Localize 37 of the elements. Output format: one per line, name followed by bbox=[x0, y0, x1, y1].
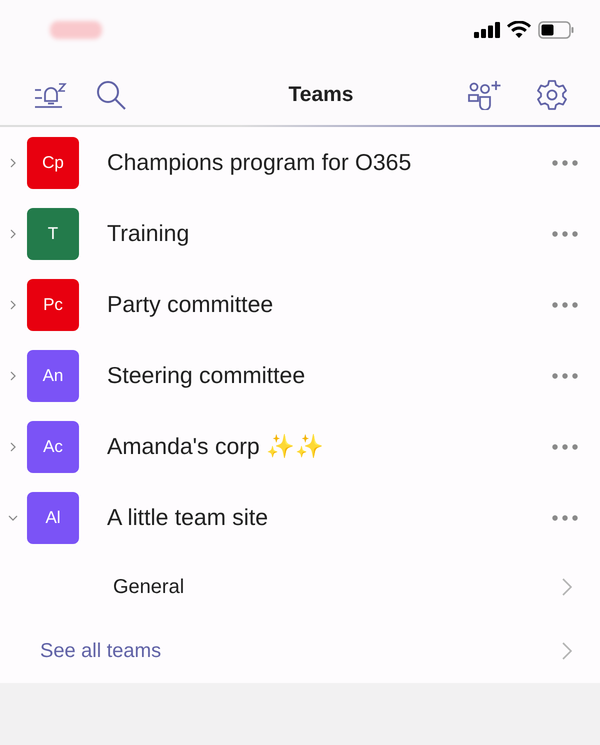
team-name[interactable]: A little team site bbox=[107, 504, 552, 531]
more-options-icon[interactable] bbox=[552, 372, 578, 378]
chevron-icon[interactable] bbox=[8, 370, 18, 380]
team-avatar: Cp bbox=[27, 136, 79, 188]
chevron-right-icon[interactable] bbox=[562, 642, 572, 660]
team-avatar: Ac bbox=[27, 420, 79, 472]
more-options-icon[interactable] bbox=[552, 160, 578, 166]
more-options-icon[interactable] bbox=[552, 230, 578, 236]
team-avatar: Al bbox=[27, 492, 79, 544]
snooze-notifications-icon[interactable] bbox=[34, 81, 68, 109]
blur-patch bbox=[50, 20, 102, 38]
chevron-icon[interactable] bbox=[8, 512, 18, 522]
chevron-icon[interactable] bbox=[8, 158, 18, 168]
see-all-teams-link[interactable]: See all teams bbox=[40, 640, 562, 662]
channel-name[interactable]: General bbox=[113, 576, 562, 598]
more-options-icon[interactable] bbox=[552, 514, 578, 520]
add-team-icon[interactable] bbox=[468, 80, 502, 110]
settings-icon[interactable] bbox=[536, 79, 568, 111]
search-icon[interactable] bbox=[95, 79, 127, 111]
team-name[interactable]: Training bbox=[107, 220, 552, 247]
team-name[interactable]: Amanda's corp ✨✨ bbox=[107, 433, 552, 460]
team-avatar: Pc bbox=[27, 278, 79, 330]
chevron-icon[interactable] bbox=[8, 442, 18, 452]
more-options-icon[interactable] bbox=[552, 444, 578, 450]
team-name[interactable]: Steering committee bbox=[107, 362, 552, 389]
wifi-icon bbox=[507, 21, 531, 38]
team-name[interactable]: Champions program for O365 bbox=[107, 149, 552, 176]
chevron-right-icon[interactable] bbox=[562, 578, 572, 596]
team-avatar: T bbox=[27, 208, 79, 260]
battery-icon bbox=[538, 20, 574, 38]
team-avatar: An bbox=[27, 350, 79, 402]
signal-icon bbox=[474, 22, 500, 38]
chevron-icon[interactable] bbox=[8, 228, 18, 238]
team-name[interactable]: Party committee bbox=[107, 291, 552, 318]
chevron-icon[interactable] bbox=[8, 300, 18, 310]
more-options-icon[interactable] bbox=[552, 302, 578, 308]
header-title: Teams bbox=[288, 83, 354, 107]
